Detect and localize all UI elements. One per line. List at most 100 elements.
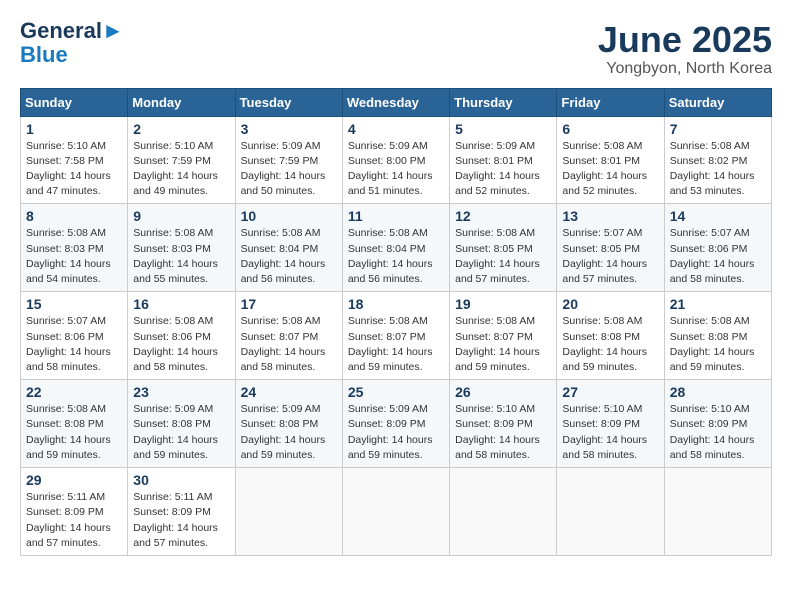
day-info: Sunrise: 5:10 AMSunset: 8:09 PMDaylight:… (455, 402, 551, 463)
day-number: 10 (241, 208, 337, 224)
weekday-header-sunday: Sunday (21, 88, 128, 116)
table-row: 28 Sunrise: 5:10 AMSunset: 8:09 PMDayligh… (664, 380, 771, 468)
table-row: 17 Sunrise: 5:08 AMSunset: 8:07 PMDayligh… (235, 292, 342, 380)
table-row: 29Sunrise: 5:11 AMSunset: 8:09 PMDayligh… (21, 468, 128, 556)
calendar-table: SundayMondayTuesdayWednesdayThursdayFrid… (20, 88, 772, 556)
day-info: Sunrise: 5:08 AMSunset: 8:08 PMDaylight:… (562, 314, 658, 375)
day-number: 4 (348, 121, 444, 137)
logo: General► Blue (20, 20, 124, 68)
calendar-subtitle: Yongbyon, North Korea (598, 60, 772, 78)
calendar-week-2: 8Sunrise: 5:08 AMSunset: 8:03 PMDaylight… (21, 204, 772, 292)
day-number: 18 (348, 296, 444, 312)
day-number: 28 (670, 384, 766, 400)
day-info: Sunrise: 5:08 AMSunset: 8:03 PMDaylight:… (26, 226, 122, 287)
table-row (235, 468, 342, 556)
table-row: 23 Sunrise: 5:09 AMSunset: 8:08 PMDayligh… (128, 380, 235, 468)
day-number: 26 (455, 384, 551, 400)
day-number: 7 (670, 121, 766, 137)
table-row: 19 Sunrise: 5:08 AMSunset: 8:07 PMDayligh… (450, 292, 557, 380)
table-row: 20 Sunrise: 5:08 AMSunset: 8:08 PMDayligh… (557, 292, 664, 380)
day-number: 24 (241, 384, 337, 400)
table-row: 14Sunrise: 5:07 AMSunset: 8:06 PMDayligh… (664, 204, 771, 292)
table-row: 12 Sunrise: 5:08 AMSunset: 8:05 PMDayligh… (450, 204, 557, 292)
weekday-header-wednesday: Wednesday (342, 88, 449, 116)
day-number: 3 (241, 121, 337, 137)
day-number: 11 (348, 208, 444, 224)
day-info: Sunrise: 5:10 AMSunset: 8:09 PMDaylight:… (562, 402, 658, 463)
day-info: Sunrise: 5:08 AMSunset: 8:08 PMDaylight:… (670, 314, 766, 375)
table-row: 10 Sunrise: 5:08 AMSunset: 8:04 PMDayligh… (235, 204, 342, 292)
calendar-title: June 2025 (598, 20, 772, 60)
day-number: 23 (133, 384, 229, 400)
table-row: 27 Sunrise: 5:10 AMSunset: 8:09 PMDayligh… (557, 380, 664, 468)
day-number: 19 (455, 296, 551, 312)
day-number: 30 (133, 472, 229, 488)
day-number: 12 (455, 208, 551, 224)
day-number: 20 (562, 296, 658, 312)
table-row: 25 Sunrise: 5:09 AMSunset: 8:09 PMDayligh… (342, 380, 449, 468)
day-number: 29 (26, 472, 122, 488)
weekday-header-thursday: Thursday (450, 88, 557, 116)
day-number: 27 (562, 384, 658, 400)
calendar-week-1: 1Sunrise: 5:10 AMSunset: 7:58 PMDaylight… (21, 116, 772, 204)
day-info: Sunrise: 5:08 AMSunset: 8:06 PMDaylight:… (133, 314, 229, 375)
table-row: 3 Sunrise: 5:09 AMSunset: 7:59 PMDaylight… (235, 116, 342, 204)
day-info: Sunrise: 5:09 AMSunset: 8:08 PMDaylight:… (241, 402, 337, 463)
calendar-week-5: 29 Sunrise: 5:11 AMSunset: 8:09 PMDayligh… (21, 468, 772, 556)
day-info: Sunrise: 5:10 AMSunset: 8:09 PMDaylight:… (670, 402, 766, 463)
day-info: Sunrise: 5:07 AMSunset: 8:06 PMDaylight:… (670, 226, 766, 287)
day-number: 15 (26, 296, 122, 312)
table-row: 30 Sunrise: 5:11 AMSunset: 8:09 PMDayligh… (128, 468, 235, 556)
table-row (557, 468, 664, 556)
table-row: 4Sunrise: 5:09 AMSunset: 8:00 PMDaylight… (342, 116, 449, 204)
weekday-header-saturday: Saturday (664, 88, 771, 116)
day-info: Sunrise: 5:08 AMSunset: 8:05 PMDaylight:… (455, 226, 551, 287)
day-info: Sunrise: 5:08 AMSunset: 8:08 PMDaylight:… (26, 402, 122, 463)
day-number: 5 (455, 121, 551, 137)
day-number: 22 (26, 384, 122, 400)
table-row: 16 Sunrise: 5:08 AMSunset: 8:06 PMDayligh… (128, 292, 235, 380)
day-info: Sunrise: 5:11 AMSunset: 8:09 PMDaylight:… (133, 490, 229, 551)
day-number: 16 (133, 296, 229, 312)
table-row: 22 Sunrise: 5:08 AMSunset: 8:08 PMDayligh… (21, 380, 128, 468)
table-row: 7 Sunrise: 5:08 AMSunset: 8:02 PMDaylight… (664, 116, 771, 204)
day-number: 2 (133, 121, 229, 137)
page-header: General► Blue June 2025 Yongbyon, North … (20, 20, 772, 78)
table-row: 1Sunrise: 5:10 AMSunset: 7:58 PMDaylight… (21, 116, 128, 204)
table-row: 21 Sunrise: 5:08 AMSunset: 8:08 PMDayligh… (664, 292, 771, 380)
title-block: June 2025 Yongbyon, North Korea (598, 20, 772, 78)
table-row: 11Sunrise: 5:08 AMSunset: 8:04 PMDayligh… (342, 204, 449, 292)
table-row: 6 Sunrise: 5:08 AMSunset: 8:01 PMDaylight… (557, 116, 664, 204)
day-info: Sunrise: 5:08 AMSunset: 8:07 PMDaylight:… (455, 314, 551, 375)
weekday-header-monday: Monday (128, 88, 235, 116)
day-number: 13 (562, 208, 658, 224)
day-number: 17 (241, 296, 337, 312)
calendar-week-3: 15 Sunrise: 5:07 AMSunset: 8:06 PMDayligh… (21, 292, 772, 380)
day-number: 21 (670, 296, 766, 312)
day-info: Sunrise: 5:08 AMSunset: 8:07 PMDaylight:… (241, 314, 337, 375)
day-info: Sunrise: 5:08 AMSunset: 8:04 PMDaylight:… (241, 226, 337, 287)
day-info: Sunrise: 5:10 AMSunset: 7:59 PMDaylight:… (133, 139, 229, 200)
table-row: 13Sunrise: 5:07 AMSunset: 8:05 PMDayligh… (557, 204, 664, 292)
weekday-header-tuesday: Tuesday (235, 88, 342, 116)
table-row: 9Sunrise: 5:08 AMSunset: 8:03 PMDaylight… (128, 204, 235, 292)
table-row: 8Sunrise: 5:08 AMSunset: 8:03 PMDaylight… (21, 204, 128, 292)
table-row: 15 Sunrise: 5:07 AMSunset: 8:06 PMDayligh… (21, 292, 128, 380)
header-row: SundayMondayTuesdayWednesdayThursdayFrid… (21, 88, 772, 116)
day-info: Sunrise: 5:07 AMSunset: 8:06 PMDaylight:… (26, 314, 122, 375)
day-info: Sunrise: 5:09 AMSunset: 8:08 PMDaylight:… (133, 402, 229, 463)
table-row: 18 Sunrise: 5:08 AMSunset: 8:07 PMDayligh… (342, 292, 449, 380)
day-number: 25 (348, 384, 444, 400)
table-row (342, 468, 449, 556)
day-info: Sunrise: 5:09 AMSunset: 8:09 PMDaylight:… (348, 402, 444, 463)
day-info: Sunrise: 5:08 AMSunset: 8:07 PMDaylight:… (348, 314, 444, 375)
day-info: Sunrise: 5:08 AMSunset: 8:02 PMDaylight:… (670, 139, 766, 200)
day-number: 6 (562, 121, 658, 137)
table-row (450, 468, 557, 556)
table-row: 24 Sunrise: 5:09 AMSunset: 8:08 PMDayligh… (235, 380, 342, 468)
table-row: 26 Sunrise: 5:10 AMSunset: 8:09 PMDayligh… (450, 380, 557, 468)
logo-blue: Blue (20, 42, 68, 68)
day-info: Sunrise: 5:09 AMSunset: 7:59 PMDaylight:… (241, 139, 337, 200)
day-info: Sunrise: 5:08 AMSunset: 8:01 PMDaylight:… (562, 139, 658, 200)
table-row: 5Sunrise: 5:09 AMSunset: 8:01 PMDaylight… (450, 116, 557, 204)
